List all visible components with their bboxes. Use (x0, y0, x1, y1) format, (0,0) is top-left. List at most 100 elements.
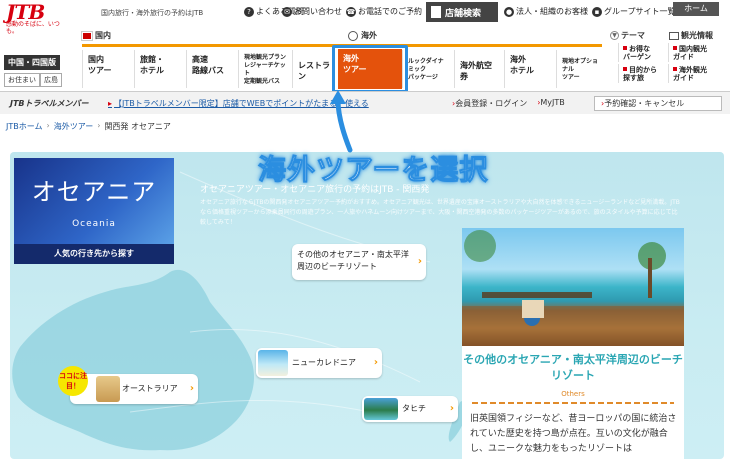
destination-label: ニューカレドニア (292, 358, 356, 367)
tahiti-thumbnail (364, 398, 398, 420)
featured-destination-panel[interactable]: その他のオセアニア・南太平洋周辺のビーチリゾート Others 旧英国領フィジー… (462, 228, 684, 459)
jtb-logo[interactable]: JTB 感動のそばに、いつも。 (6, 2, 66, 35)
destination-label: オーストラリア (122, 384, 178, 393)
travel-member-logo[interactable]: JTBトラベルメンバー (10, 98, 89, 109)
highlight-frame (332, 45, 408, 93)
store-search-button[interactable]: 店舗検索 (426, 2, 498, 22)
tab-domestic[interactable]: 国内 (81, 30, 111, 41)
breadcrumb-overseas-tour[interactable]: 海外ツアー (54, 121, 94, 132)
myjtb-link[interactable]: MyJTB (537, 98, 564, 109)
theme-label: テーマ (621, 31, 645, 40)
feature-title: その他のオセアニア・南太平洋周辺のビーチリゾート (463, 353, 683, 382)
feature-description: 旧英国領フィジーなど、昔ヨーロッパの国に統治されていた歴史を持つ島が点在。互いの… (470, 414, 677, 454)
tourism-info-menu[interactable]: 観光情報 (669, 30, 713, 41)
nav-bargain[interactable]: お得な バーゲン (618, 43, 668, 62)
nav-label: 路線バス (192, 66, 224, 75)
australia-thumbnail (96, 376, 120, 402)
nav-domestic-tour[interactable]: 国内 ツアー (82, 50, 134, 88)
popular-destinations-button[interactable]: 人気の行き先から探す (14, 244, 174, 264)
nav-overseas-hotel[interactable]: 海外 ホテル (504, 50, 556, 88)
nav-label: ガイド (673, 53, 694, 61)
residence-value: 広島 (40, 73, 62, 87)
nav-label: ホテル (140, 66, 164, 75)
nav-label: 海外 (510, 55, 526, 64)
question-icon: ? (244, 6, 254, 17)
nav-label: バーゲン (623, 53, 651, 61)
people-icon: ● (504, 6, 514, 17)
nav-label: 定期観光バス (244, 78, 281, 85)
nav-look-dynamic-package[interactable]: ルックダイナミック パッケージ (402, 50, 454, 88)
destination-tahiti-card[interactable]: タヒチ › (362, 396, 458, 422)
region-title: オセアニア (31, 178, 157, 206)
nav-domestic-guide[interactable]: 国内観光 ガイド (668, 43, 724, 62)
nav-label: 目的から (623, 66, 664, 74)
destination-label: その他のオセアニア・南太平洋周辺のビーチリゾート (297, 250, 409, 271)
nav-label: 現地観光プラン (244, 54, 287, 61)
japan-flag-icon (81, 30, 93, 41)
breadcrumb-separator: › (46, 121, 50, 130)
breadcrumb-current: 関西発 オセアニア (104, 122, 171, 131)
chevron-right-icon: › (189, 383, 194, 394)
member-strip: JTBトラベルメンバー ▸ 【JTBトラベルメンバー限定】店舗でWEBでポイントが… (0, 92, 730, 114)
hero-description: オセアニア旅行ならJTBの関西発オセアニアツアー予約がおすすめ。オセアニア観光は… (200, 199, 680, 226)
resort-photo-illustration (462, 230, 684, 346)
group-sites-link[interactable]: ▪ グループサイト一覧 (592, 6, 676, 17)
nav-purpose-trip[interactable]: 目的から 探す旅 (618, 64, 668, 83)
bullet-icon (623, 46, 627, 50)
nav-overseas-guide[interactable]: 海外観光 ガイド (668, 64, 724, 83)
oceania-hero: オセアニア Oceania 人気の行き先から探す オセアニアツアー・オセアニア旅… (10, 152, 724, 459)
arrow-right-icon: ▸ (108, 99, 113, 108)
nav-overseas-flights[interactable]: 海外航空券 (454, 50, 504, 88)
destination-australia-card[interactable]: オーストラリア › (70, 374, 198, 404)
destination-new-caledonia-card[interactable]: ニューカレドニア › (256, 348, 382, 378)
nav-label: ホテル (510, 66, 534, 75)
residence-selector[interactable]: お住まい 広島 (4, 73, 76, 87)
annotation-caption: 海外ツアーを選択 (257, 153, 489, 187)
phone-reservation-label: お電話でのご予約 (358, 7, 422, 16)
nav-ryokan-hotel[interactable]: 旅館・ ホテル (134, 50, 186, 88)
nav-label: ルックダイナミック (408, 58, 444, 73)
destination-label: タヒチ (402, 404, 426, 413)
theme-menu[interactable]: ▼ テーマ (610, 30, 645, 41)
guidebook-icon (669, 31, 679, 40)
nav-label: お得な (623, 45, 664, 53)
area-selector[interactable]: 中国・四国版 お住まい 広島 (4, 50, 76, 87)
corporate-link[interactable]: ● 法人・組織のお客様 (504, 6, 588, 17)
contact-label: お問い合わせ (294, 7, 342, 16)
featured-badge: ココに注目！ (58, 366, 88, 396)
member-links: 会員登録・ログイン MyJTB (452, 98, 565, 109)
phone-reservation-link[interactable]: ☎ お電話でのご予約 (346, 6, 422, 17)
nav-local-optional-tour[interactable]: 現地オプショナル ツアー (556, 50, 606, 88)
nav-highway-bus[interactable]: 高速 路線バス (186, 50, 238, 88)
residence-label: お住まい (4, 73, 40, 87)
tourism-info-label: 観光情報 (681, 31, 713, 40)
register-login-link[interactable]: 会員登録・ログイン (452, 98, 527, 109)
home-button[interactable]: ホーム (673, 2, 719, 16)
chevron-down-icon: ▼ (610, 31, 619, 40)
nav-label: ガイド (673, 74, 694, 82)
nav-label: 国内 (88, 55, 104, 64)
bullet-icon (623, 67, 627, 71)
member-promo-link[interactable]: ▸ 【JTBトラベルメンバー限定】店舗でWEBでポイントがたまる・使える (108, 98, 369, 109)
nav-label: レストラン (298, 61, 330, 81)
new-caledonia-thumbnail (258, 350, 288, 376)
destination-pacific-card[interactable]: その他のオセアニア・南太平洋周辺のビーチリゾート › (292, 244, 426, 280)
nav-label: 旅館・ (140, 55, 164, 64)
breadcrumb-home[interactable]: JTBホーム (6, 121, 43, 132)
tab-overseas-label: 海外 (361, 31, 377, 40)
reservation-check-button[interactable]: 予約確認・キャンセル (594, 96, 722, 111)
tab-overseas[interactable]: 海外 (348, 30, 377, 41)
resort-photo (462, 228, 684, 346)
nav-local-tour-plan[interactable]: 現地観光プラン レジャーチケット 定期観光バス (238, 50, 292, 88)
bullet-icon (673, 46, 677, 50)
area-name: 中国・四国版 (4, 55, 60, 70)
member-promo-label: 【JTBトラベルメンバー限定】店舗でWEBでポイントがたまる・使える (114, 99, 369, 108)
breadcrumb-separator: › (97, 121, 101, 130)
contact-link[interactable]: ✉ お問い合わせ (282, 6, 342, 17)
building-icon (431, 6, 441, 18)
feature-subtitle: Others (561, 390, 585, 398)
site-tagline: 国内旅行・海外旅行の予約はJTB (101, 9, 204, 17)
oceania-region-banner: オセアニア Oceania (14, 158, 174, 244)
group-sites-label: グループサイト一覧 (604, 7, 676, 16)
region-subtitle: Oceania (72, 219, 116, 229)
